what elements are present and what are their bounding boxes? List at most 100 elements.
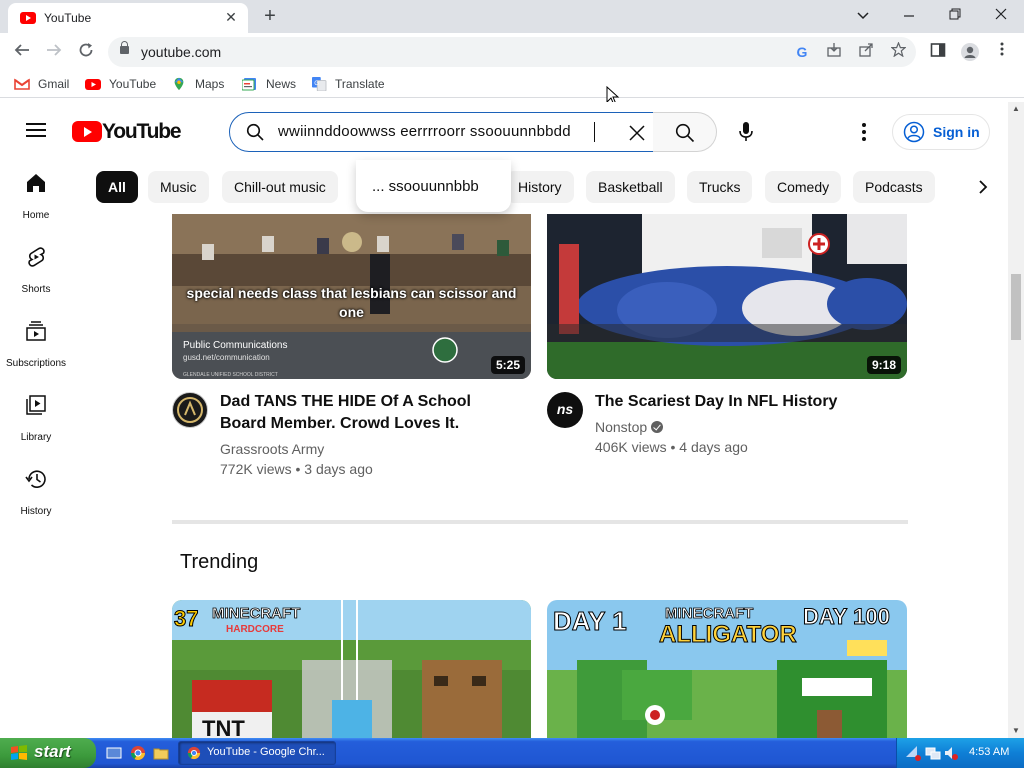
section-divider: [172, 520, 908, 524]
forward-arrow-icon[interactable]: [40, 38, 68, 66]
guide-item-library[interactable]: Library: [4, 380, 68, 454]
channel-name-row[interactable]: Nonstop: [595, 417, 664, 437]
overlay-footer-text: GLENDALE UNIFIED SCHOOL DISTRICT: [183, 372, 278, 378]
lock-icon[interactable]: [120, 41, 129, 54]
page-scrollbar[interactable]: ▲ ▼: [1008, 102, 1024, 738]
video-caption-text: special needs class that lesbians can sc…: [186, 285, 517, 320]
video-duration: 5:25: [490, 356, 525, 374]
chip-history[interactable]: History: [506, 171, 574, 203]
search-input[interactable]: wwiinnddoowwss eerrrroorr ssoouunnbbdd: [229, 112, 654, 152]
trending-heading: Trending: [180, 551, 259, 573]
search-button[interactable]: [653, 112, 717, 152]
video-duration: 9:18: [866, 356, 901, 374]
video-thumbnail[interactable]: 9:18: [547, 214, 907, 379]
trending-thumbnail[interactable]: TNT 37 MINECRAFT HARDCORE: [172, 600, 531, 738]
video-feed: Public Communications gusd.net/communica…: [72, 214, 1008, 738]
close-window-icon[interactable]: [986, 4, 1016, 26]
google-lens-icon[interactable]: G: [792, 42, 812, 62]
restore-window-icon[interactable]: [940, 4, 970, 26]
clear-search-icon[interactable]: [626, 122, 648, 144]
chip-all[interactable]: All: [96, 171, 138, 203]
scrollbar-thumb[interactable]: [1011, 274, 1021, 340]
chrome-quicklaunch-icon[interactable]: [130, 745, 146, 761]
hardcore-text: HARDCORE: [226, 624, 284, 635]
chips-next-arrow-icon[interactable]: [968, 172, 998, 202]
bookmark-youtube[interactable]: YouTube: [85, 76, 161, 94]
back-arrow-icon[interactable]: [8, 38, 36, 66]
windows-taskbar: start YouTube - Google Chr... 4:53 AM: [0, 738, 1024, 768]
scroll-up-arrow-icon[interactable]: ▲: [1008, 102, 1024, 116]
minimize-window-icon[interactable]: [894, 4, 924, 26]
microphone-icon: [739, 122, 753, 141]
new-tab-button[interactable]: +: [258, 5, 282, 29]
network-warning-icon[interactable]: [905, 745, 921, 761]
chrome-menu-icon[interactable]: [992, 42, 1012, 62]
folder-icon[interactable]: [153, 745, 169, 761]
suggestion-text: ... ssoouunnbbb: [372, 178, 479, 195]
reload-icon[interactable]: [72, 38, 100, 66]
channel-avatar[interactable]: [172, 392, 208, 428]
youtube-masthead: YouTube wwiinnddoowwss eerrrroorr ssoouu…: [0, 102, 1008, 158]
guide-item-subscriptions[interactable]: Subscriptions: [4, 306, 68, 380]
chip-chill-out-music[interactable]: Chill-out music: [222, 171, 338, 203]
guide-item-label: Library: [20, 432, 52, 443]
browser-tab[interactable]: YouTube ✕: [8, 3, 248, 33]
taskbar-item-label: YouTube - Google Chr...: [207, 746, 325, 758]
bookmarks-bar: Gmail YouTube Maps News G Translate: [0, 71, 1024, 106]
bookmark-translate[interactable]: G Translate: [311, 76, 391, 94]
guide-item-shorts[interactable]: Shorts: [4, 232, 68, 306]
guide-item-history[interactable]: History: [4, 454, 68, 528]
youtube-icon: [85, 79, 101, 90]
chip-music[interactable]: Music: [148, 171, 209, 203]
chip-basketball[interactable]: Basketball: [586, 171, 675, 203]
close-tab-icon[interactable]: ✕: [222, 8, 240, 26]
tab-search-chevron-icon[interactable]: [848, 4, 878, 26]
address-bar[interactable]: youtube.com G: [108, 37, 916, 67]
bookmark-maps[interactable]: Maps: [171, 76, 231, 94]
news-icon: [242, 78, 256, 91]
text-caret: [594, 122, 595, 142]
video-title[interactable]: The Scariest Day In NFL History: [595, 391, 895, 413]
tab-title: YouTube: [44, 11, 92, 25]
day-100-text: DAY 100: [803, 604, 890, 629]
bookmark-star-icon[interactable]: [888, 41, 908, 62]
settings-kebab-icon[interactable]: [852, 120, 876, 144]
start-button[interactable]: start: [0, 738, 96, 768]
side-panel-icon[interactable]: [928, 42, 948, 62]
filter-chips-bar: All Music Chill-out music History Basket…: [72, 158, 1008, 214]
bookmark-gmail[interactable]: Gmail: [14, 76, 74, 94]
chip-trucks[interactable]: Trucks: [687, 171, 753, 203]
chip-comedy[interactable]: Comedy: [765, 171, 842, 203]
youtube-play-icon: [72, 121, 102, 142]
football-players-kneeling-image: [547, 214, 907, 379]
video-stats: 772K views • 3 days ago: [220, 461, 373, 477]
video-title[interactable]: Dad TANS THE HIDE Of A School Board Memb…: [220, 391, 520, 435]
guide-menu-icon[interactable]: [26, 121, 46, 139]
video-thumbnail[interactable]: Public Communications gusd.net/communica…: [172, 214, 531, 379]
channel-name[interactable]: Grassroots Army: [220, 439, 324, 459]
profile-avatar-icon[interactable]: [960, 42, 980, 62]
taskbar-item-chrome[interactable]: YouTube - Google Chr...: [178, 741, 336, 765]
guide-sidebar: Home Shorts Subscriptions Library Histor…: [0, 158, 72, 738]
install-app-icon[interactable]: [824, 42, 844, 62]
subscriptions-icon: [26, 321, 46, 341]
bookmark-label: News: [266, 77, 297, 91]
search-icon: [675, 123, 695, 143]
volume-muted-icon[interactable]: [943, 745, 959, 761]
scroll-down-arrow-icon[interactable]: ▼: [1008, 724, 1024, 738]
sign-in-button[interactable]: Sign in: [892, 114, 990, 150]
channel-avatar[interactable]: ns: [547, 392, 583, 428]
youtube-logo[interactable]: YouTube: [72, 120, 182, 144]
share-icon[interactable]: [856, 42, 876, 62]
voice-search-button[interactable]: [726, 112, 766, 152]
tnt-text: TNT: [202, 716, 245, 738]
trending-thumbnail[interactable]: DAY 1 MINECRAFT ALLIGATOR DAY 100: [547, 600, 907, 738]
chip-podcasts[interactable]: Podcasts: [853, 171, 935, 203]
network-connection-icon[interactable]: [925, 745, 941, 761]
search-suggestion-popup[interactable]: ... ssoouunnbbb: [356, 160, 511, 212]
url-text: youtube.com: [141, 44, 222, 60]
bookmark-news[interactable]: News: [242, 76, 302, 94]
day-1-text: DAY 1: [553, 606, 627, 636]
guide-item-home[interactable]: Home: [4, 158, 68, 232]
show-desktop-icon[interactable]: [106, 745, 122, 761]
